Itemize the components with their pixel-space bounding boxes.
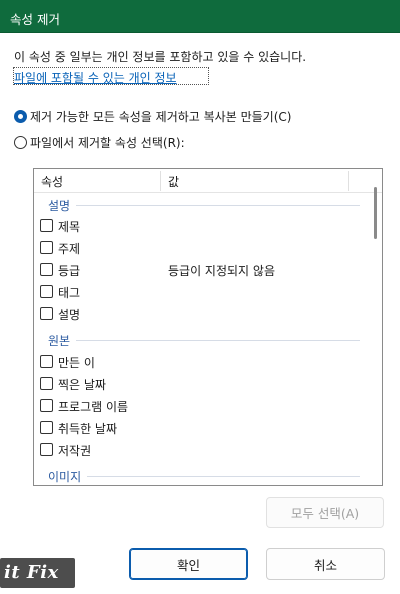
item-checkbox[interactable] — [40, 377, 53, 390]
list-item[interactable]: 제목 — [34, 214, 374, 236]
scroll-thumb[interactable] — [374, 187, 377, 239]
item-name: 찍은 날짜 — [58, 378, 106, 392]
item-checkbox[interactable] — [40, 219, 53, 232]
title-bar: 속성 제거 — [0, 0, 400, 33]
item-value: 등급이 지정되지 않음 — [168, 264, 275, 278]
item-name: 태그 — [58, 286, 81, 300]
list-item[interactable]: 찍은 날짜 — [34, 372, 374, 394]
list-item[interactable]: 저작권 — [34, 438, 374, 460]
list-header: 속성 값 — [34, 169, 382, 193]
radio-remove-all-copy[interactable] — [14, 110, 27, 123]
list-item[interactable]: 취득한 날짜 — [34, 416, 374, 438]
ok-button[interactable]: 확인 — [129, 548, 248, 580]
item-name: 주제 — [58, 242, 81, 256]
option-select-properties[interactable]: 파일에서 제거할 속성 선택(R): — [14, 134, 185, 151]
item-name: 프로그램 이름 — [58, 400, 129, 414]
group-header-origin: 원본 — [34, 329, 374, 349]
cancel-button[interactable]: 취소 — [266, 548, 385, 580]
group-divider-line — [48, 476, 360, 477]
item-name: 제목 — [58, 220, 81, 234]
watermark-logo: it Fix — [0, 558, 75, 588]
list-item[interactable]: 등급 등급이 지정되지 않음 — [34, 258, 374, 280]
group-header-image: 이미지 — [34, 465, 374, 485]
window-title: 속성 제거 — [10, 12, 60, 27]
privacy-info-link[interactable]: 파일에 포함될 수 있는 개인 정보 — [14, 69, 177, 86]
list-item[interactable]: 설명 — [34, 302, 374, 324]
item-checkbox[interactable] — [40, 355, 53, 368]
item-checkbox[interactable] — [40, 443, 53, 456]
list-scrollbar[interactable] — [368, 169, 382, 485]
column-header-property[interactable]: 속성 — [41, 173, 63, 190]
item-name: 만든 이 — [58, 356, 95, 370]
radio-select-properties[interactable] — [14, 136, 27, 149]
option-remove-all-copy-label: 제거 가능한 모든 속성을 제거하고 복사본 만들기(C) — [30, 110, 292, 124]
column-divider[interactable] — [160, 171, 161, 191]
list-item[interactable]: 주제 — [34, 236, 374, 258]
property-list[interactable]: 속성 값 설명 제목 주제 등급 등급이 지정되지 않음 태그 설명 원본 만든 — [33, 168, 383, 486]
intro-text: 이 속성 중 일부는 개인 정보를 포함하고 있을 수 있습니다. — [14, 50, 307, 64]
item-name: 설명 — [58, 308, 81, 322]
item-checkbox[interactable] — [40, 307, 53, 320]
list-item[interactable]: 프로그램 이름 — [34, 394, 374, 416]
column-divider[interactable] — [348, 171, 349, 191]
group-header-description: 설명 — [34, 194, 374, 214]
watermark-text: it Fix — [4, 562, 59, 583]
select-all-button[interactable]: 모두 선택(A) — [266, 497, 384, 528]
item-name: 등급 — [58, 264, 81, 278]
group-label: 설명 — [48, 197, 77, 214]
item-name: 취득한 날짜 — [58, 422, 118, 436]
group-divider-line — [48, 340, 360, 341]
list-item[interactable]: 만든 이 — [34, 350, 374, 372]
group-label: 원본 — [48, 332, 77, 349]
group-divider-line — [48, 205, 360, 206]
option-select-properties-label: 파일에서 제거할 속성 선택(R): — [30, 136, 185, 150]
item-checkbox[interactable] — [40, 285, 53, 298]
item-checkbox[interactable] — [40, 421, 53, 434]
item-checkbox[interactable] — [40, 241, 53, 254]
group-label: 이미지 — [48, 468, 88, 485]
list-item[interactable]: 태그 — [34, 280, 374, 302]
option-remove-all-copy[interactable]: 제거 가능한 모든 속성을 제거하고 복사본 만들기(C) — [14, 108, 291, 125]
item-name: 저작권 — [58, 444, 92, 458]
item-checkbox[interactable] — [40, 399, 53, 412]
column-header-value[interactable]: 값 — [168, 173, 179, 190]
item-checkbox[interactable] — [40, 263, 53, 276]
